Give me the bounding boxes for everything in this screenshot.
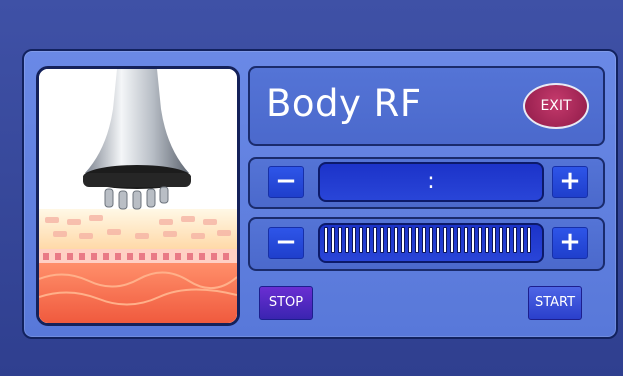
- level-bar-segment: [492, 227, 496, 253]
- level-bar-segment: [478, 227, 482, 253]
- level-bar-segment: [401, 227, 405, 253]
- level-bar-segment: [520, 227, 524, 253]
- level-bar-segment: [506, 227, 510, 253]
- level-bar-segment: [338, 227, 342, 253]
- level-bar-segment: [394, 227, 398, 253]
- level-bar-segment: [380, 227, 384, 253]
- timer-increase-button[interactable]: +: [552, 166, 588, 198]
- level-bar-segment: [422, 227, 426, 253]
- level-bar-segment: [513, 227, 517, 253]
- timer-value: :: [427, 169, 435, 194]
- exit-button[interactable]: EXIT: [523, 83, 589, 129]
- level-bar-segment: [450, 227, 454, 253]
- level-bar-segment: [457, 227, 461, 253]
- level-bar-segment: [471, 227, 475, 253]
- treatment-illustration: [36, 66, 240, 326]
- level-increase-button[interactable]: +: [552, 227, 588, 259]
- level-bar-segment: [352, 227, 356, 253]
- start-button[interactable]: START: [528, 286, 582, 320]
- page-title: Body RF: [266, 82, 422, 125]
- rf-probe-skin-illustration-icon: [39, 69, 237, 323]
- level-bar-segment: [359, 227, 363, 253]
- level-bar-segment: [436, 227, 440, 253]
- level-bar-segment: [527, 227, 531, 253]
- level-bar-segment: [324, 227, 328, 253]
- level-bar-segment: [408, 227, 412, 253]
- level-bar-segment: [345, 227, 349, 253]
- level-bar-segment: [429, 227, 433, 253]
- stop-button[interactable]: STOP: [259, 286, 313, 320]
- level-bar-segment: [331, 227, 335, 253]
- level-decrease-button[interactable]: −: [268, 227, 304, 259]
- level-bar-segment: [415, 227, 419, 253]
- level-bar-segment: [464, 227, 468, 253]
- timer-decrease-button[interactable]: −: [268, 166, 304, 198]
- level-bar-segment: [499, 227, 503, 253]
- level-bar-segment: [387, 227, 391, 253]
- level-bar-segment: [443, 227, 447, 253]
- level-bar-segment: [366, 227, 370, 253]
- level-bar-segment: [373, 227, 377, 253]
- level-bar-segment: [485, 227, 489, 253]
- level-bar-meter: [324, 227, 536, 255]
